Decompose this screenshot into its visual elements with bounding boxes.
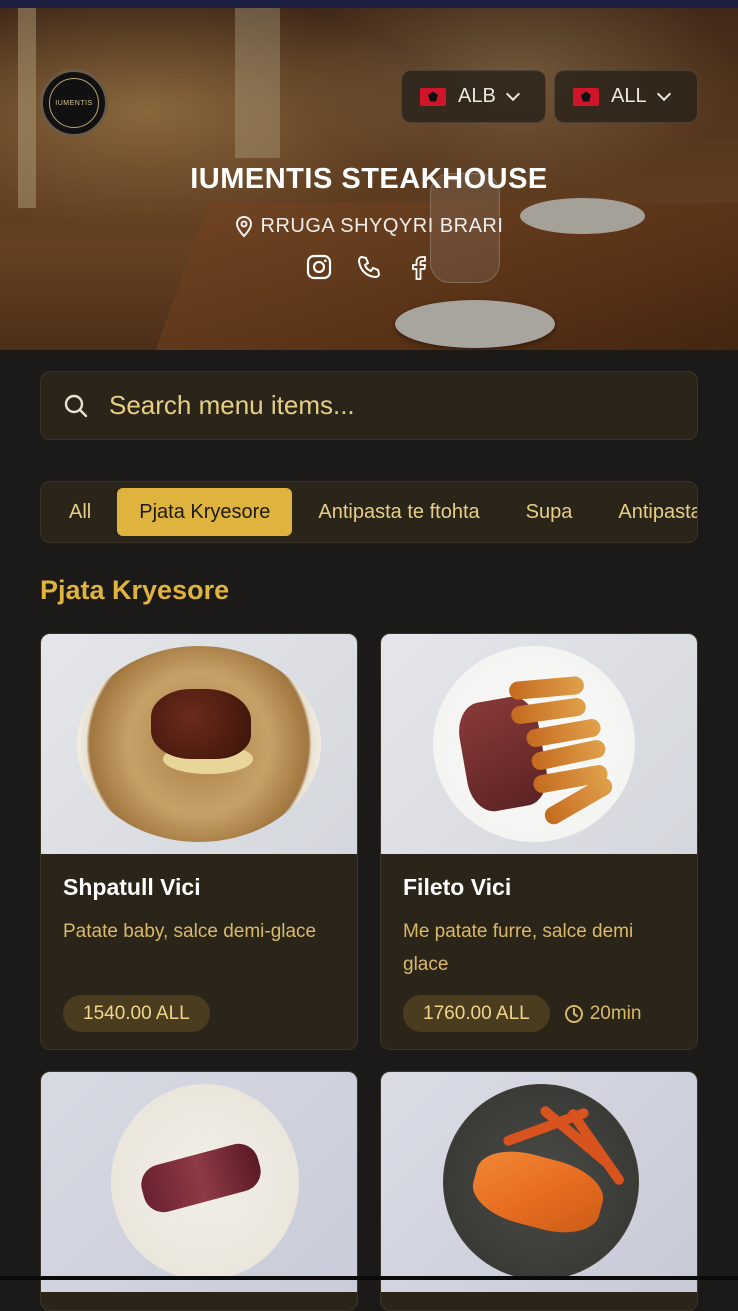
- menu-item-name: Fileto Vici: [403, 874, 512, 900]
- menu-item-image: [41, 1072, 357, 1292]
- tab-antipasta-te-ftohta[interactable]: Antipasta te ftohta: [298, 488, 499, 536]
- facebook-icon[interactable]: [405, 253, 433, 281]
- restaurant-name: IUMENTIS STEAKHOUSE: [190, 163, 548, 195]
- menu-item-image: [381, 634, 697, 854]
- phone-icon[interactable]: [355, 253, 383, 281]
- instagram-icon[interactable]: [305, 253, 333, 281]
- tab-supa[interactable]: Supa: [506, 488, 593, 536]
- address-text: RRUGA SHYQYRI BRARI: [260, 215, 504, 237]
- menu-item-card[interactable]: Shpatull Vici Patate baby, salce demi-gl…: [40, 633, 358, 1050]
- menu-item-price: 1540.00 ALL: [63, 995, 210, 1032]
- category-tabs: All Pjata Kryesore Antipasta te ftohta S…: [40, 481, 698, 543]
- search-bar[interactable]: [40, 371, 698, 440]
- social-links: [0, 253, 738, 281]
- language-selector[interactable]: ALB: [401, 70, 546, 123]
- clock-icon: [564, 1004, 583, 1023]
- albania-flag-icon: [573, 87, 599, 106]
- language-value: ALB: [458, 85, 496, 107]
- albania-flag-icon: [420, 87, 446, 106]
- currency-value: ALL: [611, 85, 647, 107]
- chevron-down-icon: [656, 86, 671, 101]
- currency-selector[interactable]: ALL: [554, 70, 698, 123]
- menu-item-price: 1760.00 ALL: [403, 995, 550, 1032]
- logo-text: IUMENTIS: [55, 99, 93, 107]
- menu-item-description: Me patate furre, salce demi glace: [403, 921, 634, 975]
- menu-item-card[interactable]: Fileto Vici Me patate furre, salce demi …: [380, 633, 698, 1050]
- menu-item-card[interactable]: [380, 1071, 698, 1311]
- menu-item-description: Patate baby, salce demi-glace: [63, 921, 317, 942]
- section-title: Pjata Kryesore: [40, 575, 230, 605]
- menu-item-image: [41, 634, 357, 854]
- bottom-edge: [0, 1276, 738, 1280]
- search-input[interactable]: [109, 390, 669, 421]
- restaurant-logo: IUMENTIS: [40, 69, 108, 137]
- tab-pjata-kryesore[interactable]: Pjata Kryesore: [117, 488, 293, 536]
- tab-antipasta[interactable]: Antipasta: [598, 488, 697, 536]
- status-bar: [0, 0, 738, 8]
- chevron-down-icon: [505, 86, 520, 101]
- location-pin-icon: [235, 215, 252, 237]
- restaurant-address: RRUGA SHYQYRI BRARI: [0, 215, 738, 238]
- prep-time: 20min: [564, 1002, 642, 1025]
- search-icon: [64, 394, 88, 417]
- prep-time-value: 20min: [589, 1002, 642, 1024]
- tab-all[interactable]: All: [49, 488, 111, 536]
- menu-item-image: [381, 1072, 697, 1292]
- menu-item-name: Shpatull Vici: [63, 874, 201, 900]
- menu-item-card[interactable]: [40, 1071, 358, 1311]
